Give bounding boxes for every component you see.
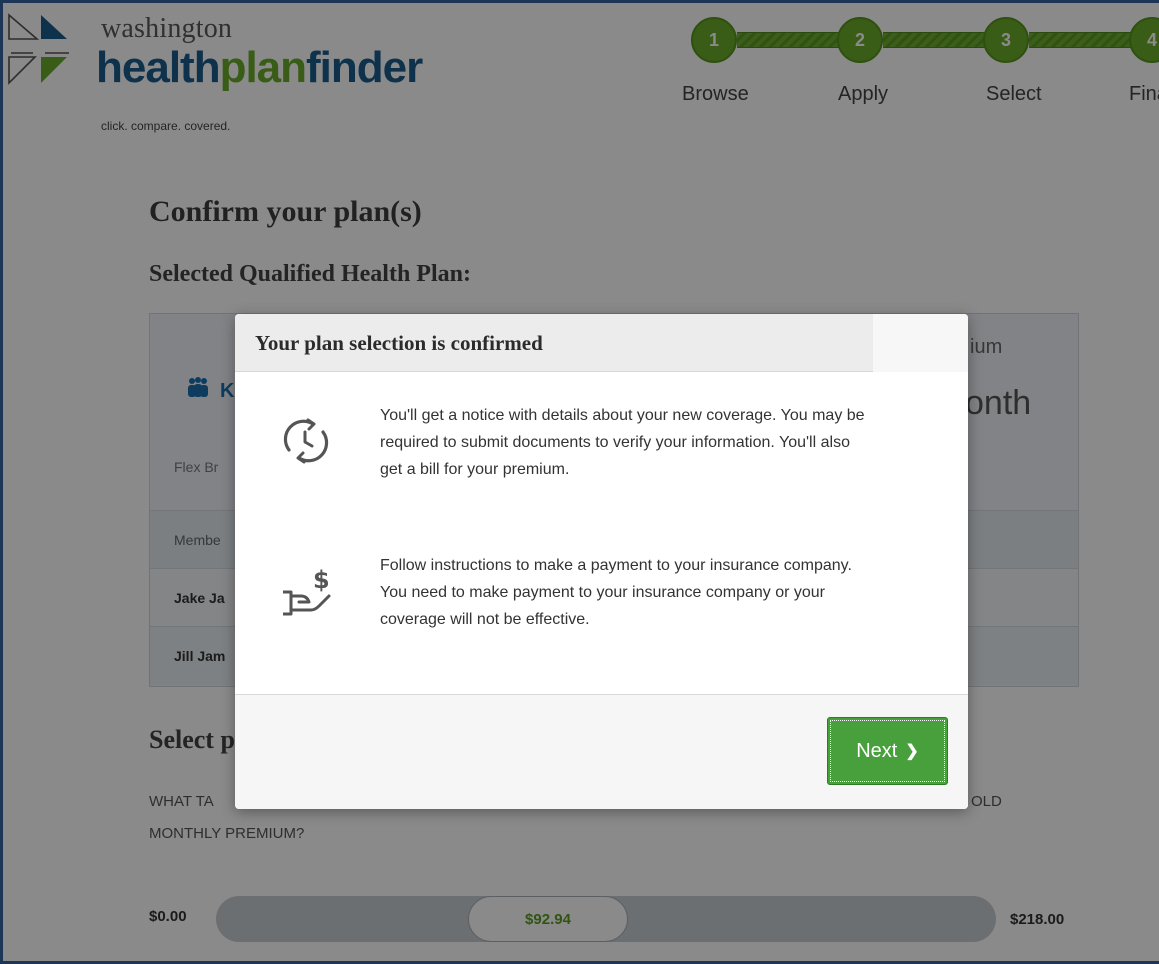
modal-header-edge [873,314,968,372]
notice-text: You'll get a notice with details about y… [380,407,865,478]
chevron-right-icon: ❯ [905,743,919,760]
confirmation-modal: Your plan selection is confirmed You'll … [235,314,968,809]
next-button-label: Next [856,739,898,762]
app-frame: washington healthplanfinder click. compa… [0,0,1159,964]
svg-text:$: $ [313,566,330,594]
modal-footer: Next ❯ [235,694,968,809]
next-button[interactable]: Next ❯ [827,717,948,785]
clock-refresh-icon [283,418,329,464]
modal-header: Your plan selection is confirmed [235,314,968,372]
modal-title: Your plan selection is confirmed [255,331,543,355]
hand-dollar-icon: $ [283,566,331,616]
payment-text: Follow instructions to make a payment to… [380,557,852,628]
